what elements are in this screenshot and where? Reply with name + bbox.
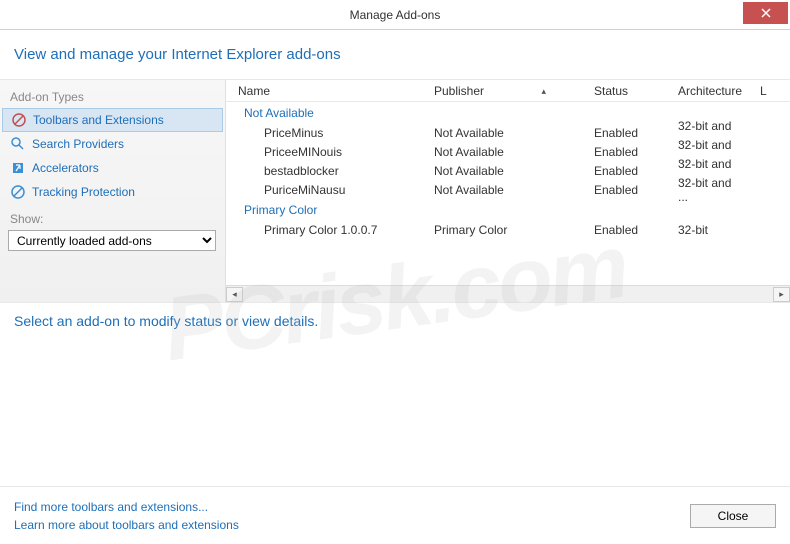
cell-name: Primary Color 1.0.0.7 xyxy=(226,223,426,237)
cell-name: bestadblocker xyxy=(226,164,426,178)
table-header: Name Publisher ▴ Status Architecture L xyxy=(226,80,790,102)
search-icon xyxy=(10,136,26,152)
window-title: Manage Add-ons xyxy=(0,8,790,22)
sidebar-item-search-providers[interactable]: Search Providers xyxy=(0,132,225,156)
column-header-publisher[interactable]: Publisher ▴ xyxy=(426,84,586,98)
addon-table: Name Publisher ▴ Status Architecture L N… xyxy=(226,80,790,302)
column-header-name[interactable]: Name xyxy=(226,84,426,98)
sidebar-item-label: Tracking Protection xyxy=(32,185,135,199)
cell-architecture: 32-bit and ... xyxy=(670,176,752,204)
sidebar-item-label: Search Providers xyxy=(32,137,124,151)
column-header-last[interactable]: L xyxy=(752,84,768,98)
show-dropdown[interactable]: Currently loaded add-ons xyxy=(8,230,216,251)
cell-name: PuriceMiNausu xyxy=(226,183,426,197)
header-banner: View and manage your Internet Explorer a… xyxy=(0,30,790,80)
sort-arrow-icon: ▴ xyxy=(541,86,546,97)
cell-architecture: 32-bit xyxy=(670,223,752,237)
sidebar-item-accelerators[interactable]: Accelerators xyxy=(0,156,225,180)
column-header-architecture[interactable]: Architecture xyxy=(670,84,752,98)
show-label: Show: xyxy=(0,204,225,228)
main-area: Add-on Types Toolbars and Extensions Sea… xyxy=(0,80,790,302)
find-more-link[interactable]: Find more toolbars and extensions... xyxy=(14,498,690,516)
column-header-publisher-label: Publisher xyxy=(434,84,484,98)
details-area: Select an add-on to modify status or vie… xyxy=(0,302,790,487)
cell-status: Enabled xyxy=(586,223,670,237)
sidebar: Add-on Types Toolbars and Extensions Sea… xyxy=(0,80,226,302)
cell-publisher: Primary Color xyxy=(426,223,586,237)
cell-status: Enabled xyxy=(586,164,670,178)
window-close-button[interactable] xyxy=(743,2,788,24)
titlebar: Manage Add-ons xyxy=(0,0,790,30)
column-header-status[interactable]: Status xyxy=(586,84,670,98)
table-row[interactable]: Primary Color 1.0.0.7 Primary Color Enab… xyxy=(226,220,790,239)
accelerator-icon xyxy=(10,160,26,176)
sidebar-item-toolbars-extensions[interactable]: Toolbars and Extensions xyxy=(2,108,223,132)
sidebar-heading: Add-on Types xyxy=(0,86,225,108)
cell-publisher: Not Available xyxy=(426,183,586,197)
scroll-right-button[interactable]: ▸ xyxy=(773,287,790,302)
header-banner-text: View and manage your Internet Explorer a… xyxy=(14,46,341,63)
sidebar-item-label: Toolbars and Extensions xyxy=(33,113,164,127)
cell-status: Enabled xyxy=(586,145,670,159)
cell-publisher: Not Available xyxy=(426,164,586,178)
scroll-left-button[interactable]: ◂ xyxy=(226,287,243,302)
cell-status: Enabled xyxy=(586,126,670,140)
table-row[interactable]: PuriceMiNausu Not Available Enabled 32-b… xyxy=(226,180,790,199)
tracking-icon xyxy=(10,184,26,200)
details-prompt: Select an add-on to modify status or vie… xyxy=(14,313,776,329)
cell-publisher: Not Available xyxy=(426,126,586,140)
learn-more-link[interactable]: Learn more about toolbars and extensions xyxy=(14,516,690,534)
sidebar-item-tracking-protection[interactable]: Tracking Protection xyxy=(0,180,225,204)
cell-name: PriceeMINouis xyxy=(226,145,426,159)
toolbar-icon xyxy=(11,112,27,128)
cell-status: Enabled xyxy=(586,183,670,197)
sidebar-item-label: Accelerators xyxy=(32,161,99,175)
cell-name: PriceMinus xyxy=(226,126,426,140)
footer-links: Find more toolbars and extensions... Lea… xyxy=(14,498,690,534)
close-button[interactable]: Close xyxy=(690,504,776,528)
close-icon xyxy=(761,8,771,18)
cell-publisher: Not Available xyxy=(426,145,586,159)
horizontal-scrollbar[interactable]: ◂ ▸ xyxy=(226,285,790,302)
footer: Find more toolbars and extensions... Lea… xyxy=(0,486,790,544)
